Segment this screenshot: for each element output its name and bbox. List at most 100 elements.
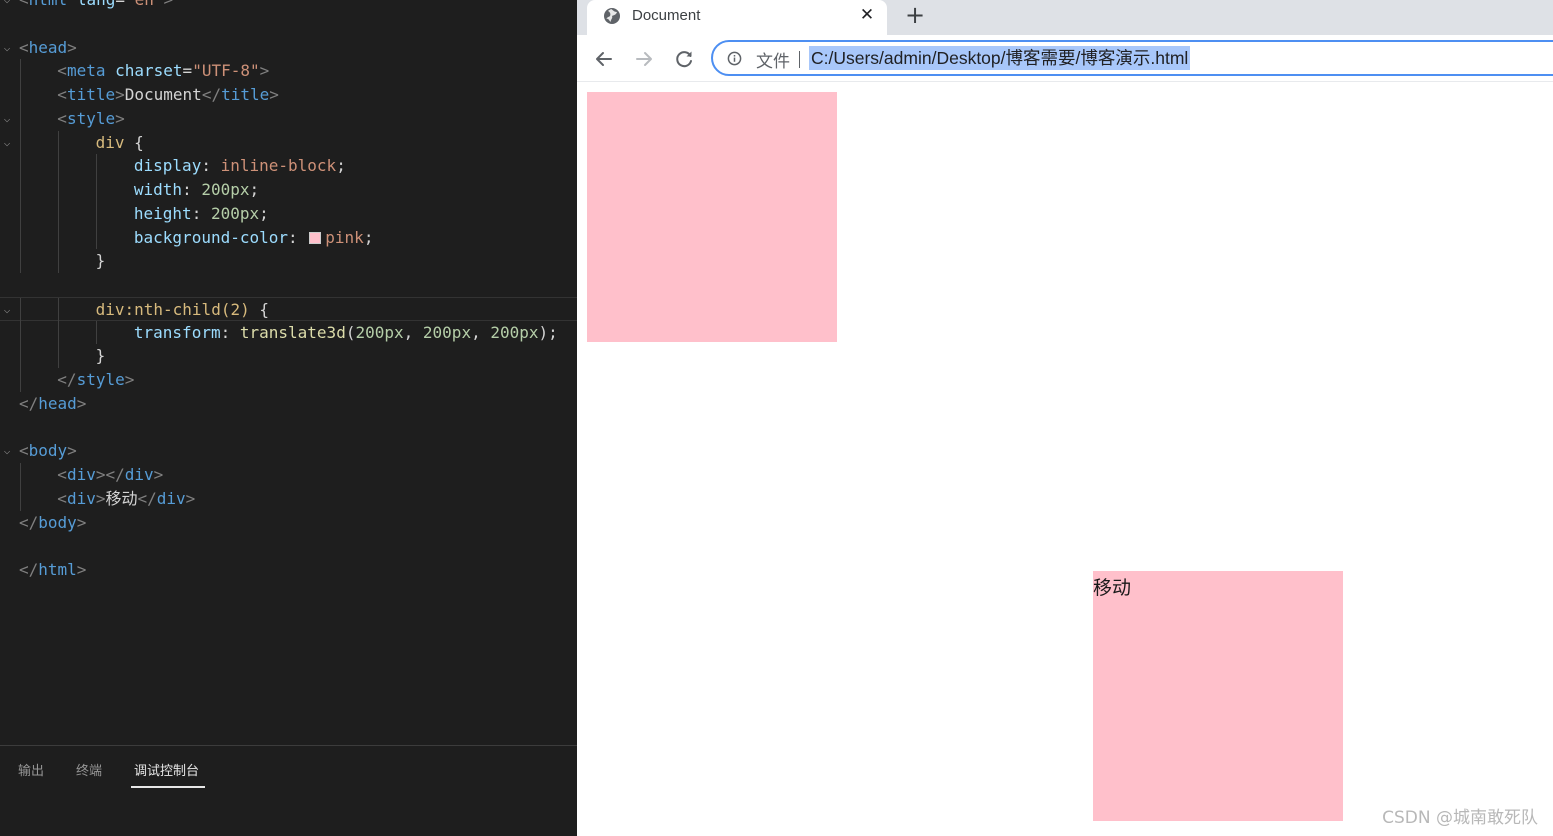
code-token: pink	[325, 227, 364, 247]
code-token: head	[28, 37, 68, 57]
watermark: CSDN @城南敢死队	[1382, 808, 1538, 828]
code-line[interactable]: transform: translate3d(200px, 200px, 200…	[0, 320, 577, 345]
code-token: >	[67, 37, 77, 57]
code-token: >	[164, 0, 174, 9]
code-token: height	[133, 203, 192, 223]
code-text: <title>Document</title>	[57, 83, 279, 107]
code-line[interactable]	[0, 534, 577, 558]
code-area[interactable]: ⌵<html lang="en">⌵<head><meta charset="U…	[0, 0, 577, 582]
tab-debug-console[interactable]: 调试控制台	[134, 760, 199, 779]
code-line[interactable]: <meta charset="UTF-8">	[0, 59, 577, 83]
tab-output[interactable]: 输出	[18, 760, 44, 779]
code-line[interactable]: height: 200px;	[0, 201, 577, 226]
code-token: >	[76, 393, 87, 413]
fold-chevron-icon[interactable]: ⌵	[1, 0, 13, 12]
code-line[interactable]: }	[0, 249, 577, 273]
indent-guide	[58, 201, 59, 226]
code-token: </	[137, 488, 157, 508]
code-token: html	[38, 560, 77, 579]
code-token: :	[220, 322, 240, 342]
code-line[interactable]: }	[0, 344, 577, 368]
fold-chevron-icon[interactable]: ⌵	[1, 107, 13, 131]
code-token: translate3d	[239, 322, 346, 342]
active-tab-indicator	[131, 786, 205, 788]
indent-guide	[20, 297, 21, 322]
code-token: div	[124, 465, 154, 484]
file-scheme-label: 文件	[756, 52, 790, 71]
code-line[interactable]	[0, 416, 577, 440]
code-line[interactable]: ⌵ div {	[0, 130, 577, 155]
code-token: >	[115, 85, 125, 104]
code-token: <	[57, 108, 67, 128]
code-token: }	[95, 346, 106, 366]
code-line[interactable]: background-color: pink;	[0, 225, 577, 250]
browser-tab[interactable]: Document ✕	[587, 0, 887, 35]
code-line[interactable]: ⌵ <head>	[0, 36, 577, 60]
code-token: html	[29, 0, 68, 9]
code-token: </	[19, 393, 39, 413]
indent-guide	[58, 130, 59, 155]
code-token: :	[201, 156, 221, 176]
code-token: {	[249, 299, 269, 319]
code-editor[interactable]: ⌵<html lang="en">⌵<head><meta charset="U…	[0, 0, 577, 836]
indent-guide	[20, 344, 21, 368]
code-line[interactable]	[0, 273, 577, 297]
code-token: div	[156, 488, 186, 508]
forward-arrow-icon[interactable]	[630, 45, 658, 73]
code-line[interactable]	[0, 12, 577, 36]
code-line[interactable]: ⌵ <style>	[0, 106, 577, 131]
indent-guide	[20, 201, 21, 226]
indent-guide	[96, 320, 97, 345]
code-line[interactable]: <div></div>	[0, 463, 577, 487]
code-line[interactable]: </html>	[0, 558, 577, 582]
tab-terminal[interactable]: 终端	[76, 760, 102, 779]
fold-chevron-icon[interactable]: ⌵	[1, 36, 13, 60]
code-token: background-color	[133, 227, 289, 247]
code-token: <	[57, 488, 67, 508]
close-tab-icon[interactable]: ✕	[855, 3, 879, 27]
code-text: </body>	[19, 511, 86, 535]
code-token: ;	[259, 203, 269, 223]
code-line[interactable]: </style>	[0, 368, 577, 392]
address-separator	[799, 51, 800, 68]
code-token: lang	[77, 0, 116, 9]
code-token: </	[201, 85, 222, 104]
code-line[interactable]: display: inline-block;	[0, 154, 577, 178]
code-token: div:nth-child(2)	[95, 299, 250, 319]
info-icon[interactable]	[727, 51, 742, 66]
fold-chevron-icon[interactable]: ⌵	[1, 298, 13, 322]
indent-guide	[58, 178, 59, 202]
code-token: 200px	[201, 180, 250, 199]
code-line[interactable]: ⌵ <html lang="en">	[0, 0, 577, 12]
code-token: {	[124, 132, 144, 152]
reload-icon[interactable]	[670, 45, 698, 73]
code-token: "UTF-8"	[192, 61, 260, 81]
code-token: charset	[115, 61, 183, 81]
code-token: 200px	[210, 203, 260, 223]
fold-chevron-icon[interactable]: ⌵	[1, 439, 13, 463]
code-text: }	[96, 249, 106, 273]
code-line[interactable]: <title>Document</title>	[0, 83, 577, 107]
new-tab-icon[interactable]: +	[901, 2, 929, 30]
code-token: :	[288, 227, 308, 247]
code-token: <	[19, 0, 29, 9]
code-token: ,	[403, 322, 423, 342]
color-swatch-icon[interactable]	[309, 231, 322, 244]
code-line[interactable]: </body>	[0, 511, 577, 535]
code-token: body	[28, 441, 68, 461]
back-arrow-icon[interactable]	[590, 45, 618, 73]
address-bar[interactable]: 文件 C:/Users/admin/Desktop/博客需要/博客演示.html	[711, 40, 1553, 76]
code-line[interactable]: <div>移动</div>	[0, 486, 577, 511]
code-line[interactable]: </head>	[0, 392, 577, 416]
code-line[interactable]: width: 200px;	[0, 178, 577, 202]
indent-guide	[58, 249, 59, 273]
code-line[interactable]: ⌵ <body>	[0, 439, 577, 463]
code-line[interactable]: ⌵ div:nth-child(2) {	[0, 296, 577, 322]
url-text[interactable]: C:/Users/admin/Desktop/博客需要/博客演示.html	[809, 46, 1191, 70]
code-token: 200px	[355, 322, 404, 342]
tab-strip: Document ✕ +	[577, 0, 1553, 35]
pink-box-first	[587, 92, 837, 342]
code-token: >	[124, 370, 135, 389]
fold-chevron-icon[interactable]: ⌵	[1, 131, 13, 155]
